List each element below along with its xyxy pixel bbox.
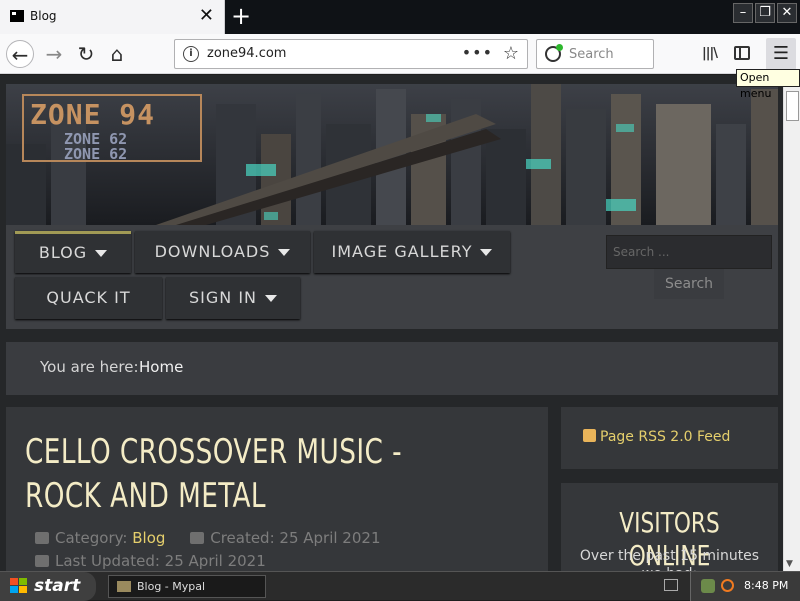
site-search-button[interactable]: Search	[654, 269, 724, 299]
breadcrumb: You are here: Home	[6, 342, 778, 395]
caret-down-icon	[95, 250, 108, 257]
calendar-icon	[190, 532, 205, 544]
rss-link[interactable]: Page RSS 2.0 Feed	[583, 429, 730, 445]
bookmark-star-icon[interactable]: ☆	[503, 43, 519, 64]
article-category: Category: Blog Created: 25 April 2021	[35, 529, 381, 547]
category-label: Category:	[55, 529, 128, 547]
tray-search-icon[interactable]	[721, 579, 734, 592]
created-date: Created: 25 April 2021	[210, 529, 381, 547]
tab-title: Blog	[30, 9, 57, 23]
forward-button[interactable]: →	[40, 40, 68, 68]
visitors-text: Over the past 15 minutes we had:	[579, 548, 760, 571]
site-search-input[interactable]: Search ...	[606, 235, 772, 269]
main-nav: BLOG DOWNLOADS IMAGE GALLERY QUACK IT SI…	[6, 225, 778, 329]
nav-item-blog[interactable]: BLOG	[15, 231, 131, 273]
keyboard-icon[interactable]	[664, 579, 678, 591]
nav-item-label: QUACK IT	[46, 288, 131, 307]
reload-button[interactable]: ↻	[72, 40, 100, 68]
site-logo[interactable]: ZONE 94 ZONE 62 ZONE 62	[22, 94, 202, 162]
home-button[interactable]: ⌂	[103, 40, 131, 68]
nav-item-label: DOWNLOADS	[154, 242, 271, 261]
nav-item-label: IMAGE GALLERY	[331, 242, 473, 261]
close-tab-icon[interactable]: ✕	[199, 6, 214, 26]
scroll-thumb[interactable]	[786, 91, 799, 121]
search-engine-icon[interactable]	[545, 44, 563, 62]
browser-toolbar: ← → ↻ ⌂ i zone94.com ••• ☆ Search |||\ ☰	[0, 34, 800, 74]
vertical-scrollbar[interactable]: ▲ ▼	[783, 75, 800, 571]
caret-down-icon	[278, 249, 291, 256]
breadcrumb-label: You are here:	[40, 358, 139, 376]
menu-tooltip: Open menu	[736, 69, 800, 100]
rss-label: Page RSS 2.0 Feed	[600, 429, 731, 445]
page-actions-icon[interactable]: •••	[462, 43, 493, 62]
restore-button[interactable]: ❐	[755, 3, 775, 23]
scroll-down-icon[interactable]: ▼	[786, 559, 793, 569]
article-updated: Last Updated: 25 April 2021	[35, 552, 266, 570]
nav-item-label: SIGN IN	[188, 288, 257, 307]
library-icon[interactable]: |||\	[702, 46, 718, 61]
article-title[interactable]: CELLO CROSSOVER MUSIC - ROCK AND METAL	[25, 430, 464, 518]
tab-blog[interactable]: Blog ✕	[0, 0, 225, 34]
start-button[interactable]: start	[0, 572, 96, 601]
logo-main-text: ZONE 94	[30, 98, 156, 131]
mypal-app-icon	[117, 581, 131, 592]
folder-icon	[35, 532, 49, 544]
calendar-icon	[35, 555, 49, 567]
tab-favicon-icon	[10, 10, 24, 22]
visitors-module: VISITORS ONLINE Over the past 15 minutes…	[561, 483, 778, 571]
taskbar-item-blog[interactable]: Blog - Mypal	[108, 575, 266, 598]
logo-sub-text-2: ZONE 62	[64, 145, 128, 163]
close-window-button[interactable]: ✕	[777, 3, 797, 23]
nav-item-downloads[interactable]: DOWNLOADS	[135, 231, 310, 273]
nav-item-sign-in[interactable]: SIGN IN	[166, 277, 300, 319]
web-page: ZONE 94 ZONE 62 ZONE 62 BLOG DOWNLOADS I…	[0, 75, 783, 571]
rss-module: Page RSS 2.0 Feed	[561, 407, 778, 469]
sidebar-toggle-icon[interactable]	[734, 46, 750, 60]
taskbar: start Blog - Mypal 8:48 PM	[0, 571, 800, 601]
caret-down-icon	[265, 295, 277, 302]
browser-search-placeholder: Search	[569, 47, 614, 62]
nav-item-quack-it[interactable]: QUACK IT	[15, 277, 162, 319]
updated-date: Last Updated: 25 April 2021	[55, 552, 266, 570]
network-icon[interactable]	[701, 579, 715, 593]
url-bar[interactable]: i zone94.com ••• ☆	[174, 39, 528, 69]
open-menu-button[interactable]: ☰	[766, 38, 796, 70]
back-button[interactable]: ←	[6, 40, 34, 68]
category-link[interactable]: Blog	[132, 529, 165, 547]
clock[interactable]: 8:48 PM	[744, 579, 788, 592]
minimize-button[interactable]: –	[733, 3, 753, 23]
taskbar-item-label: Blog - Mypal	[137, 580, 206, 593]
new-tab-button[interactable]: +	[230, 3, 252, 29]
nav-item-label: BLOG	[38, 243, 88, 262]
rss-icon	[583, 429, 596, 442]
start-label: start	[34, 576, 81, 596]
site-info-icon[interactable]: i	[183, 46, 199, 62]
article-card: CELLO CROSSOVER MUSIC - ROCK AND METAL C…	[6, 407, 548, 571]
windows-logo-icon	[10, 578, 28, 594]
breadcrumb-home: Home	[139, 358, 184, 376]
url-text[interactable]: zone94.com	[207, 46, 286, 61]
browser-search-box[interactable]: Search	[536, 39, 654, 69]
browser-titlebar: Blog ✕ + – ❐ ✕	[0, 0, 800, 34]
nav-item-image-gallery[interactable]: IMAGE GALLERY	[314, 231, 510, 273]
header-banner: ZONE 94 ZONE 62 ZONE 62	[6, 84, 778, 225]
caret-down-icon	[480, 249, 493, 256]
